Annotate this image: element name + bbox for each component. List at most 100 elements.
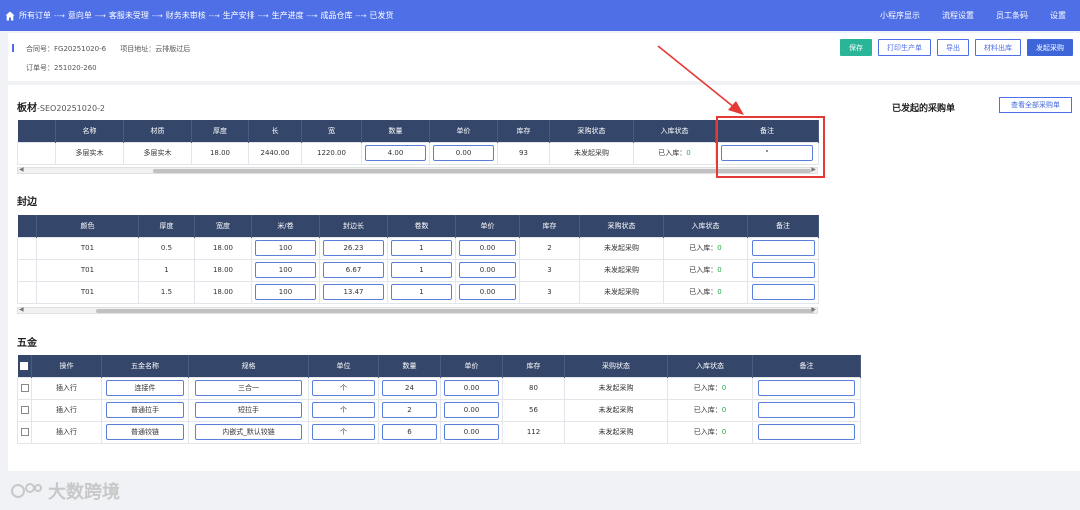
per-roll-input[interactable]: 100 (255, 240, 316, 256)
miniprogram-link[interactable]: 小程序显示 (880, 10, 920, 21)
spec-input[interactable]: 三合一 (194, 380, 303, 396)
price-input[interactable]: 0.00 (433, 145, 494, 161)
export-button[interactable]: 导出 (937, 39, 969, 56)
edge-length-input[interactable]: 13.47 (323, 284, 384, 300)
unit-input[interactable]: 个 (312, 380, 375, 396)
price-input[interactable]: 0.00 (459, 284, 516, 300)
material-outbound-button[interactable]: 材料出库 (975, 39, 1021, 56)
note-input[interactable] (758, 380, 855, 396)
col-header: 五金名称 (101, 355, 189, 377)
price-input[interactable]: 0.00 (444, 380, 499, 396)
edge-length-input[interactable]: 6.67 (323, 262, 384, 278)
save-button[interactable]: 保存 (840, 39, 872, 56)
per-roll-input[interactable]: 100 (255, 284, 316, 300)
print-production-button[interactable]: 打印生产单 (878, 39, 931, 56)
col-header: 宽 (301, 120, 362, 142)
price-input[interactable]: 0.00 (459, 262, 516, 278)
col-header: 米/卷 (251, 215, 320, 237)
col-header: 数量 (361, 120, 430, 142)
spec-input[interactable]: 短拉手 (194, 402, 303, 418)
note-input[interactable] (758, 424, 855, 440)
arrow-right-icon: --→ (306, 11, 318, 20)
order-info: 订单号：251020-260 (26, 63, 97, 73)
spec-input[interactable]: 内嵌式_默认铰链 (194, 424, 303, 440)
price-input[interactable]: 0.00 (444, 424, 499, 440)
action-buttons: 保存 打印生产单 导出 材料出库 发起采购 (834, 39, 1073, 56)
row-checkbox[interactable] (20, 406, 29, 414)
crumb-production-plan[interactable]: 生产安排 (223, 10, 255, 21)
unit-input[interactable]: 个 (312, 424, 375, 440)
inbound-value: 0 (717, 266, 722, 274)
rolls-input[interactable]: 1 (391, 262, 452, 278)
hardware-name-input[interactable]: 连接件 (106, 380, 184, 396)
select-all-checkbox[interactable] (20, 361, 29, 370)
cell-stock: 80 (502, 376, 565, 400)
insert-row-link[interactable]: 插入行 (31, 398, 102, 422)
hardware-name-input[interactable]: 普通铰链 (106, 424, 184, 440)
crumb-shipped[interactable]: 已发货 (369, 10, 393, 21)
crumb-cs-pending[interactable]: 客服未受理 (109, 10, 149, 21)
col-header: 厚度 (191, 120, 249, 142)
arrow-right-icon[interactable]: ▶ (811, 166, 816, 173)
inbound-label: 已入库： (689, 288, 718, 296)
arrow-left-icon[interactable]: ◀ (19, 306, 24, 313)
arrow-right-icon: --→ (208, 11, 220, 20)
hardware-name-input[interactable]: 普通拉手 (106, 402, 184, 418)
note-input[interactable] (758, 402, 855, 418)
purchase-status: 未发起采购 (579, 280, 664, 304)
arrow-left-icon[interactable]: ◀ (19, 166, 24, 173)
insert-row-link[interactable]: 插入行 (31, 420, 102, 444)
price-input[interactable]: 0.00 (444, 402, 499, 418)
quantity-input[interactable]: 4.00 (365, 145, 426, 161)
rolls-input[interactable]: 1 (391, 284, 452, 300)
crumb-intent[interactable]: 意向单 (68, 10, 92, 21)
scroll-thumb[interactable] (153, 169, 811, 173)
horizontal-scrollbar[interactable]: ◀ ▶ (17, 306, 818, 314)
horizontal-scrollbar[interactable]: ◀ ▶ (17, 166, 818, 174)
row-checkbox[interactable] (20, 428, 29, 436)
quantity-input[interactable]: 6 (382, 424, 437, 440)
crumb-all-orders[interactable]: 所有订单 (19, 10, 51, 21)
note-input[interactable] (751, 262, 815, 278)
scroll-thumb[interactable] (96, 309, 814, 313)
col-header: 入库状态 (667, 355, 753, 377)
table-row: T01 1 18.00 100 6.67 1 0.00 3 未发起采购 已入库：… (17, 258, 819, 282)
crumb-production-progress[interactable]: 生产进度 (272, 10, 304, 21)
row-checkbox[interactable] (20, 384, 29, 392)
inbound-value: 0 (686, 149, 691, 157)
rolls-input[interactable]: 1 (391, 240, 452, 256)
view-all-purchase-orders-button[interactable]: 查看全部采购单 (999, 97, 1072, 113)
price-input[interactable]: 0.00 (459, 240, 516, 256)
cell-name: 多层实木 (55, 141, 124, 165)
table-header: 颜色 厚度 宽度 米/卷 封边长 卷数 单价 库存 采购状态 入库状态 备注 (17, 215, 819, 237)
process-settings-link[interactable]: 流程设置 (942, 10, 974, 21)
inbound-value: 0 (717, 288, 722, 296)
unit-input[interactable]: 个 (312, 402, 375, 418)
quantity-input[interactable]: 24 (382, 380, 437, 396)
note-input[interactable]: " (721, 145, 813, 161)
project-label: 项目地址： (120, 45, 156, 53)
col-header: 封边长 (319, 215, 388, 237)
crumb-warehouse[interactable]: 成品仓库 (321, 10, 353, 21)
insert-row-link[interactable]: 插入行 (31, 376, 102, 400)
cell-thickness: 0.5 (138, 236, 195, 260)
per-roll-input[interactable]: 100 (255, 262, 316, 278)
purchase-status: 未发起采购 (579, 258, 664, 282)
arrow-right-icon[interactable]: ▶ (811, 306, 816, 313)
employee-barcode-link[interactable]: 员工条码 (996, 10, 1028, 21)
inbound-label: 已入库： (689, 266, 718, 274)
home-icon[interactable] (5, 11, 15, 21)
purchase-status: 未发起采购 (549, 141, 634, 165)
arrow-right-icon: --→ (257, 11, 269, 20)
note-input[interactable] (751, 284, 815, 300)
purchase-status: 未发起采购 (564, 376, 668, 400)
settings-link[interactable]: 设置 (1050, 10, 1066, 21)
start-purchase-button[interactable]: 发起采购 (1027, 39, 1073, 56)
quantity-input[interactable]: 2 (382, 402, 437, 418)
cell-length: 2440.00 (248, 141, 302, 165)
cell-material: 多层实木 (123, 141, 192, 165)
crumb-finance-pending[interactable]: 财务未审核 (166, 10, 206, 21)
cell-stock: 2 (519, 236, 580, 260)
edge-length-input[interactable]: 26.23 (323, 240, 384, 256)
note-input[interactable] (751, 240, 815, 256)
